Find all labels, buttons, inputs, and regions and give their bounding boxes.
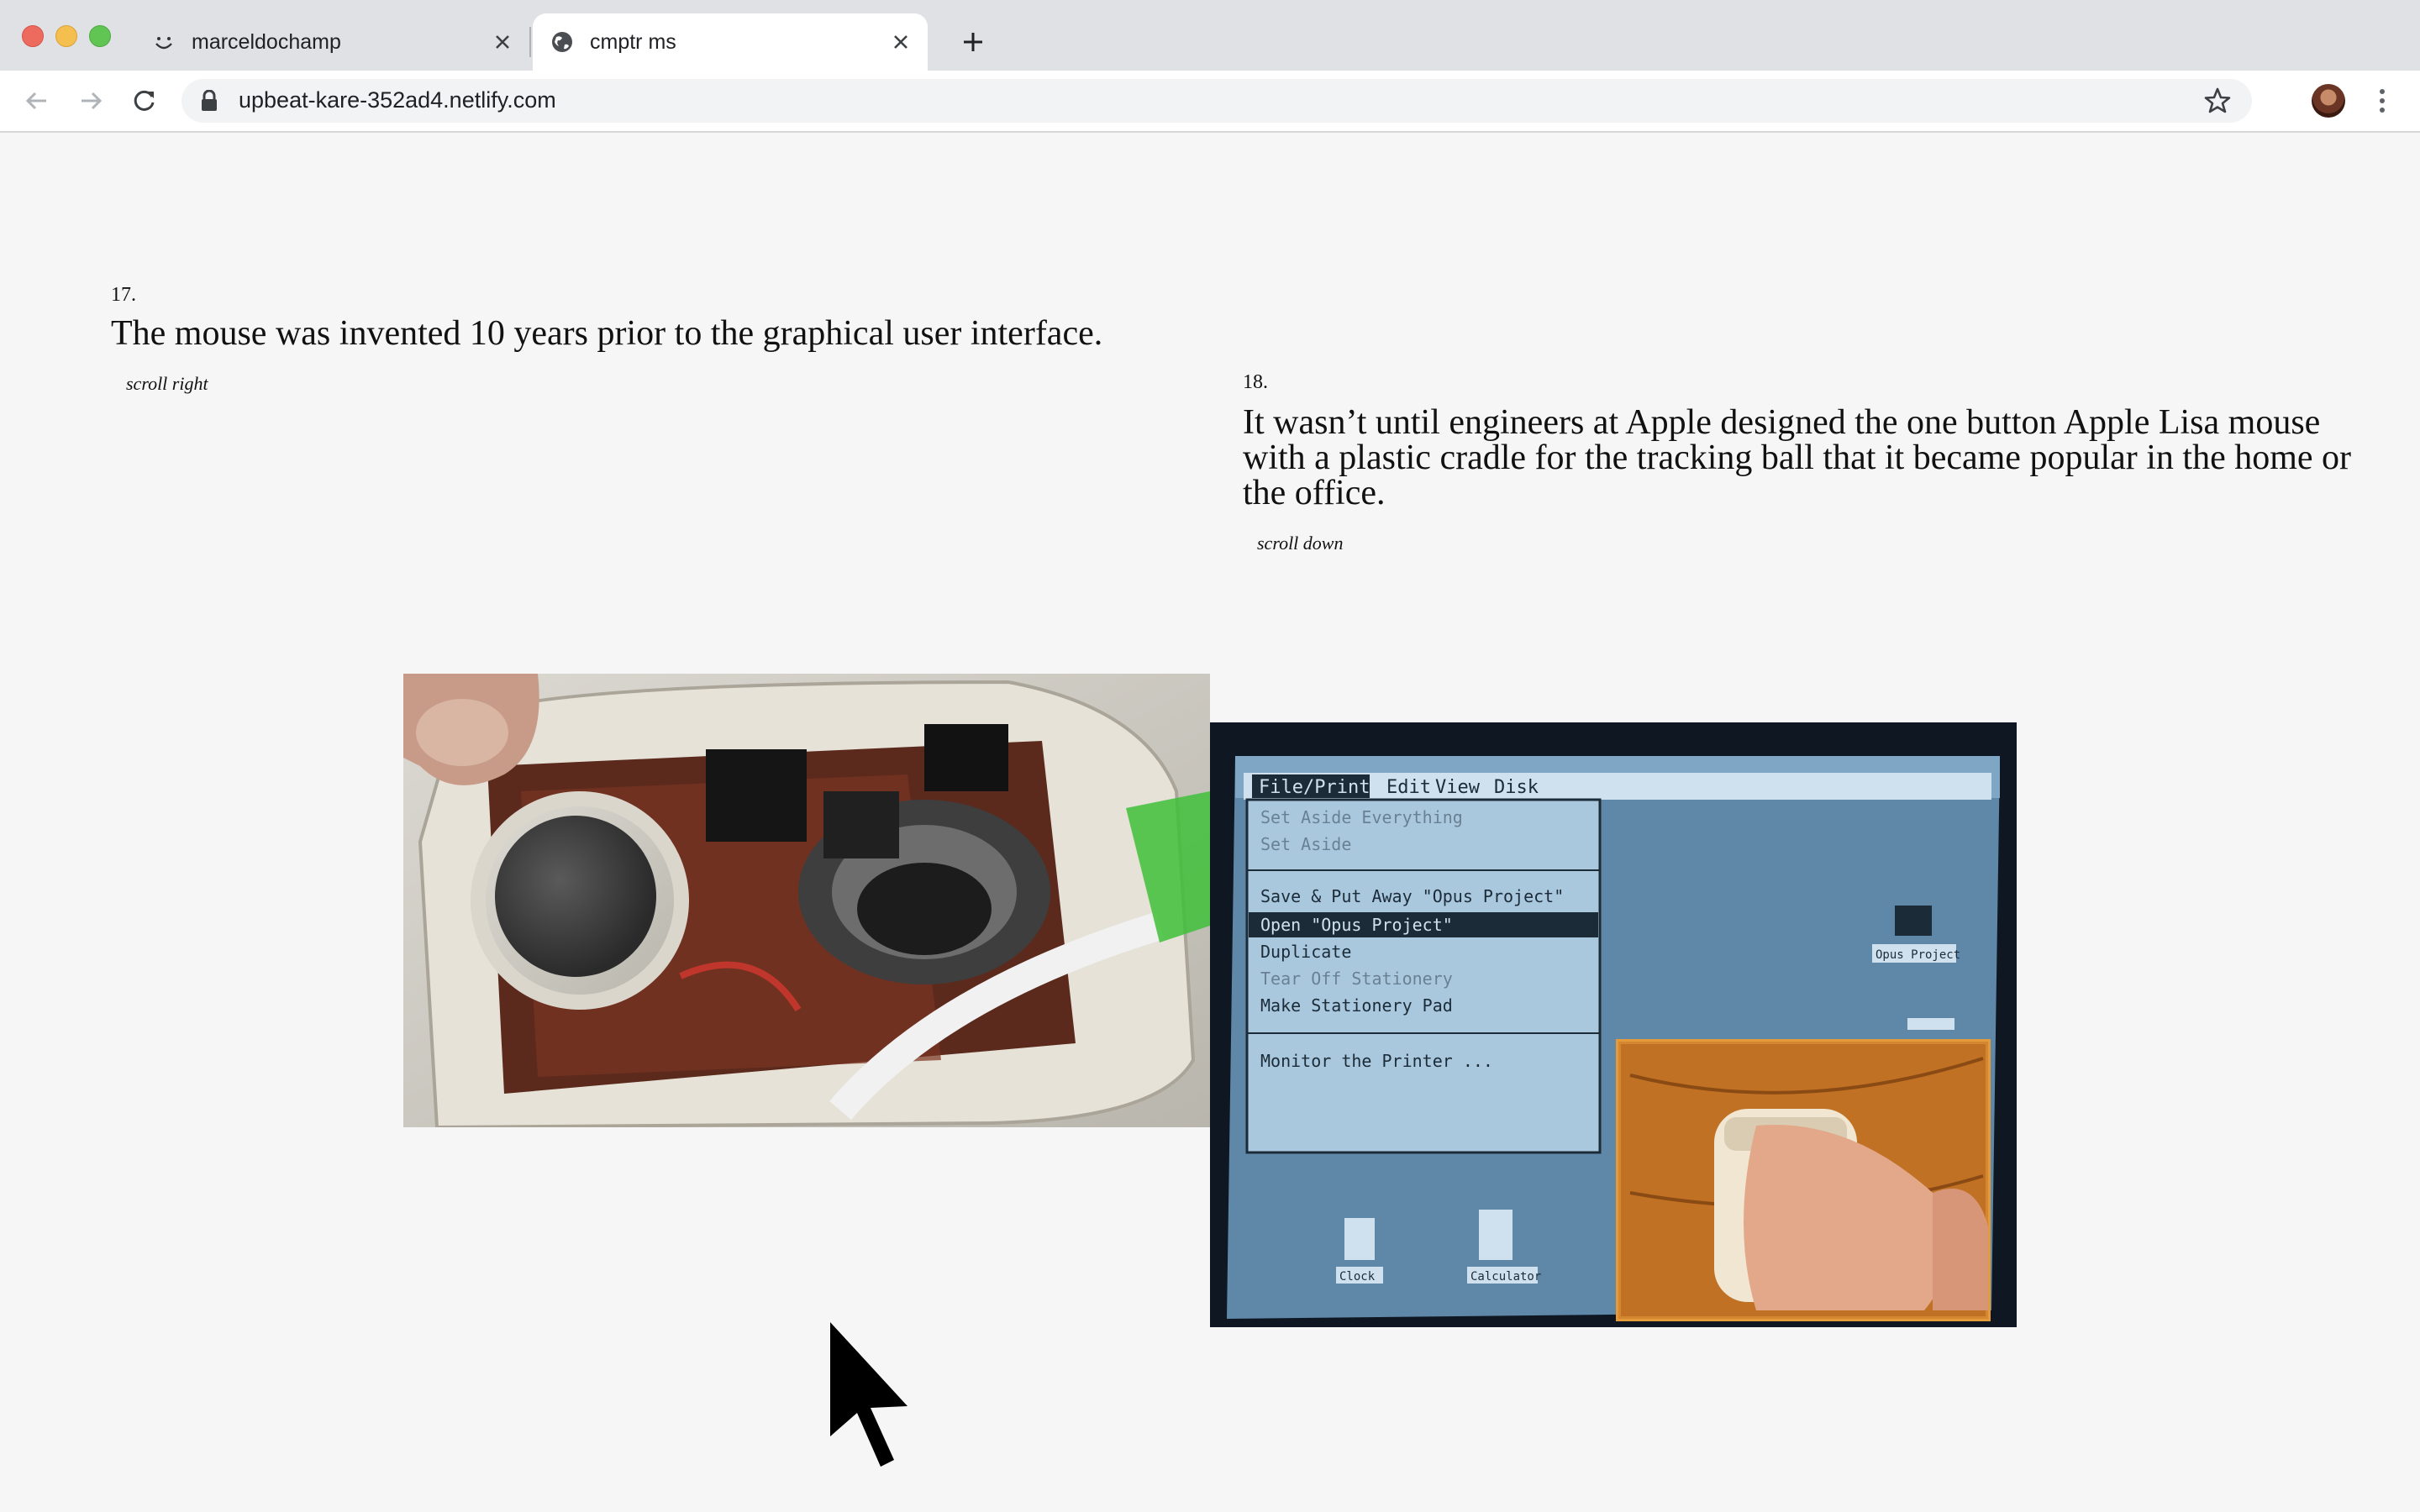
tab-cmptr-ms[interactable]: cmptr ms: [533, 13, 928, 71]
back-button[interactable]: [18, 82, 55, 119]
lisa-screen-illustration: File/Print Edit View Disk Set Aside Ever…: [1210, 722, 2017, 1327]
smiley-face-icon: [155, 37, 172, 50]
fact-number: 17.: [111, 284, 136, 306]
open-mouse-illustration: [403, 674, 1210, 1127]
close-tab-icon[interactable]: [487, 27, 518, 57]
browser-menu-icon[interactable]: [2370, 82, 2395, 119]
screen-icon-label: Opus Project: [1876, 948, 1960, 962]
tab-title: cmptr ms: [590, 29, 676, 54]
reload-icon: [134, 90, 155, 111]
forward-button[interactable]: [72, 82, 109, 119]
bookmark-star-icon[interactable]: [2203, 87, 2232, 115]
screen-menu-item: Make Stationery Pad: [1260, 995, 1453, 1016]
minimize-window-button[interactable]: [55, 25, 77, 47]
fact-text: It wasn’t until engineers at Apple desig…: [1243, 403, 2352, 512]
screen-menu-item: Duplicate: [1260, 942, 1351, 962]
screen-menu-item: Set Aside Everything: [1260, 807, 1463, 827]
screen-icon-label: Clock: [1339, 1270, 1376, 1284]
globe-icon: [552, 32, 572, 52]
screen-menu-item: Tear Off Stationery: [1260, 969, 1453, 989]
scroll-right-hint: scroll right: [126, 373, 208, 394]
screen-menu-edit: Edit: [1386, 777, 1431, 798]
tab-title: marceldochamp: [192, 29, 341, 54]
open-mouse-photo: [403, 674, 1210, 1127]
fact-number: 18.: [1243, 371, 1268, 393]
screen-menu-item: Save & Put Away "Opus Project": [1260, 886, 1564, 906]
scroll-down-hint: scroll down: [1257, 533, 1344, 554]
screen-menu-disk: Disk: [1494, 777, 1539, 798]
lock-icon[interactable]: [200, 90, 218, 112]
tab-marceldochamp[interactable]: marceldochamp: [134, 13, 529, 71]
screen-menu-file: File/Print: [1259, 777, 1370, 798]
fact-text: The mouse was invented 10 years prior to…: [111, 314, 1103, 353]
close-window-button[interactable]: [22, 25, 44, 47]
plus-icon: [964, 33, 982, 51]
page-content: 17. The mouse was invented 10 years prio…: [0, 133, 2420, 1512]
url-text: upbeat-kare-352ad4.netlify.com: [239, 87, 556, 113]
tab-separator: [529, 27, 531, 57]
screen-menu-item: Open "Opus Project": [1260, 915, 1453, 935]
new-tab-button[interactable]: [955, 24, 992, 60]
arrow-cursor-icon: [830, 1322, 908, 1467]
profile-avatar[interactable]: [2312, 84, 2345, 118]
browser-tabstrip: marceldochamp cmptr ms: [0, 0, 2420, 71]
lisa-screen-photo: File/Print Edit View Disk Set Aside Ever…: [1210, 722, 2017, 1327]
address-bar[interactable]: upbeat-kare-352ad4.netlify.com: [182, 79, 2252, 123]
fullscreen-window-button[interactable]: [89, 25, 111, 47]
screen-menu-item: Set Aside: [1260, 834, 1351, 854]
reload-button[interactable]: [126, 82, 163, 119]
arrow-left-icon: [25, 92, 46, 110]
close-tab-icon[interactable]: [886, 27, 916, 57]
screen-menu-item: Monitor the Printer ...: [1260, 1051, 1493, 1071]
screen-menu-view: View: [1435, 777, 1481, 798]
arrow-right-icon: [82, 92, 103, 110]
browser-toolbar: upbeat-kare-352ad4.netlify.com: [0, 71, 2420, 133]
screen-icon-label: Calculator: [1470, 1270, 1541, 1284]
